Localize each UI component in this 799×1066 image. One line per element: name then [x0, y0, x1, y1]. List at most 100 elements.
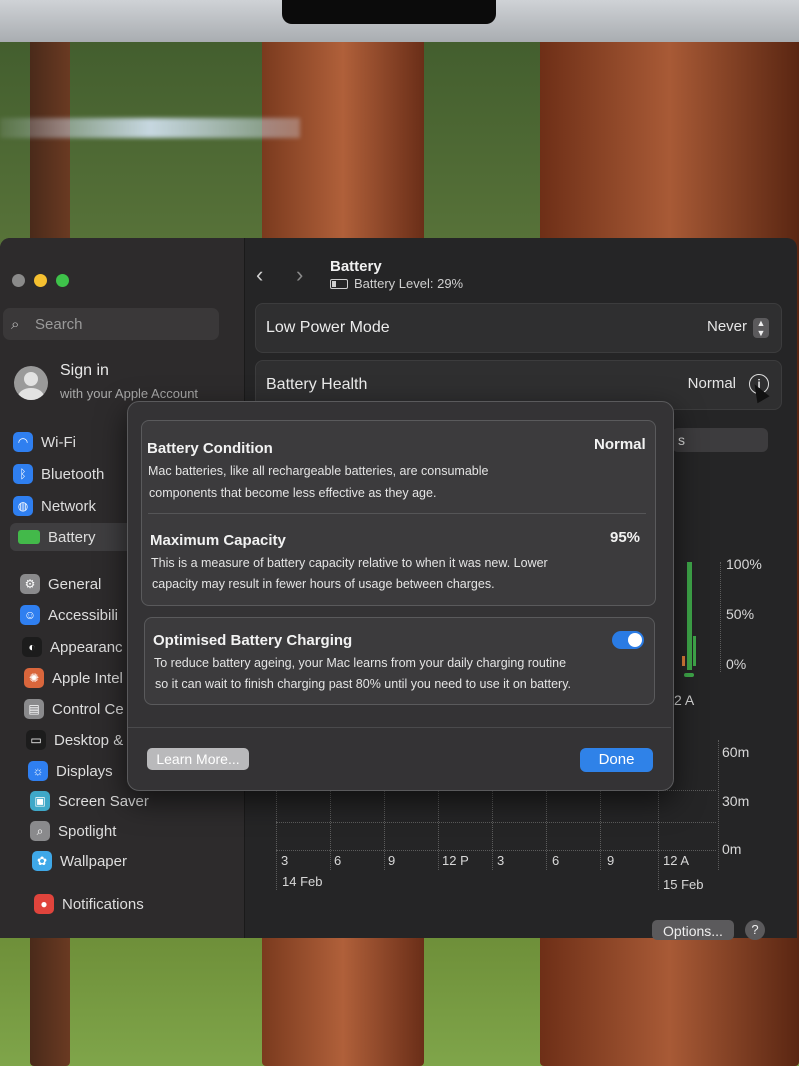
- sidebar-item-screen-saver[interactable]: ▣ Screen Saver: [30, 787, 149, 815]
- sidebar-item-label: Battery: [48, 528, 96, 546]
- sidebar-item-label: Accessibili: [48, 606, 119, 624]
- maximum-capacity-desc-line: capacity may result in fewer hours of us…: [152, 577, 495, 591]
- sidebar-item-spotlight[interactable]: ⌕ Spotlight: [30, 817, 116, 845]
- sidebar-item-appearance[interactable]: ◐ Appearanc: [22, 633, 123, 661]
- control-centre-icon: ▤: [24, 699, 44, 719]
- chart-grid-line: [438, 790, 439, 870]
- sidebar-item-general[interactable]: ⚙ General: [20, 570, 101, 598]
- desktop-icon: ▭: [26, 730, 46, 750]
- sidebar-item-wifi[interactable]: ◠ Wi-Fi: [13, 428, 76, 456]
- sidebar-item-displays[interactable]: ☼ Displays: [28, 757, 113, 785]
- notifications-icon: ●: [34, 894, 54, 914]
- battery-health-value: Normal: [687, 375, 736, 392]
- sidebar-item-wallpaper[interactable]: ✿ Wallpaper: [32, 847, 127, 875]
- x-tick-label: 12 P: [442, 853, 469, 868]
- chart-grid-line: [600, 790, 601, 870]
- battery-level-bar: [682, 656, 685, 666]
- camera-notch: [282, 0, 496, 24]
- sidebar-item-label: Control Ce: [52, 700, 124, 718]
- sidebar-item-label: Wallpaper: [60, 852, 127, 870]
- x-tick-label: 6: [552, 853, 560, 868]
- x-tick-label: 3: [497, 853, 505, 868]
- sidebar-item-bluetooth[interactable]: ᛒ Bluetooth: [13, 460, 104, 488]
- sidebar-item-label: Notifications: [62, 895, 144, 913]
- help-button[interactable]: ?: [745, 920, 765, 940]
- back-chevron-icon[interactable]: ‹: [256, 262, 263, 288]
- gear-icon: ⚙: [20, 574, 40, 594]
- usage-tick-label: 30m: [722, 793, 750, 809]
- options-button[interactable]: Options...: [652, 920, 734, 940]
- globe-icon: ◍: [13, 496, 33, 516]
- done-button[interactable]: Done: [580, 748, 653, 772]
- avatar: [14, 366, 48, 400]
- forward-chevron-icon[interactable]: ›: [296, 262, 303, 288]
- battery-condition-value: Normal: [594, 436, 646, 453]
- low-power-mode-value[interactable]: Never: [707, 318, 747, 335]
- page-title: Battery: [330, 258, 382, 275]
- maximum-capacity-value: 95%: [610, 529, 641, 546]
- sidebar-item-apple-intelligence[interactable]: ✺ Apple Intel: [24, 664, 123, 692]
- chart-grid-line: [276, 790, 277, 890]
- sheet-footer-divider: [128, 727, 671, 728]
- battery-level-text: Battery Level: 29%: [354, 276, 464, 291]
- sidebar-item-label: Apple Intel: [52, 669, 123, 687]
- sidebar-item-label: Wi-Fi: [41, 433, 76, 451]
- sidebar-item-label: Network: [41, 497, 97, 515]
- sidebar-item-desktop[interactable]: ▭ Desktop &: [26, 726, 123, 754]
- optimised-charging-toggle[interactable]: [612, 631, 644, 649]
- optimised-charging-title: Optimised Battery Charging: [153, 632, 353, 649]
- screen-glare: [0, 118, 300, 138]
- bluetooth-icon: ᛒ: [13, 464, 33, 484]
- chart-range-tabs[interactable]: s: [672, 428, 768, 452]
- spotlight-icon: ⌕: [30, 821, 50, 841]
- sidebar-item-network[interactable]: ◍ Network: [13, 492, 96, 520]
- sidebar-item-label: Bluetooth: [41, 465, 105, 483]
- learn-more-button[interactable]: Learn More...: [147, 748, 249, 770]
- date-label: 14 Feb: [282, 874, 323, 889]
- sidebar-item-label: Spotlight: [58, 822, 117, 840]
- sidebar-item-label: Appearanc: [50, 638, 123, 656]
- sidebar-item-notifications[interactable]: ● Notifications: [34, 890, 144, 918]
- battery-level-bar: [693, 636, 696, 666]
- battery-condition-desc-line: components that become less effective as…: [149, 486, 437, 500]
- maximum-capacity-title: Maximum Capacity: [150, 532, 286, 549]
- chart-grid-line: [276, 822, 716, 823]
- low-power-mode-row: Low Power Mode Never ▲ ▼: [255, 303, 782, 353]
- search-icon: ⌕: [11, 315, 20, 333]
- tab-fragment-label: s: [678, 432, 685, 448]
- sidebar-item-accessibility[interactable]: ☺ Accessibili: [20, 601, 118, 629]
- chart-grid-line: [330, 790, 331, 870]
- usage-tick-label: 0m: [722, 841, 742, 857]
- chart-grid-line: [384, 790, 385, 870]
- close-window-button[interactable]: [12, 274, 25, 287]
- popup-stepper-icon[interactable]: ▲ ▼: [753, 318, 769, 338]
- charging-indicator: [684, 673, 694, 677]
- low-power-mode-label: Low Power Mode: [266, 319, 390, 336]
- optimised-charging-desc-line: To reduce battery ageing, your Mac learn…: [154, 656, 567, 670]
- sidebar-item-label: General: [48, 575, 102, 593]
- sidebar-item-label: Displays: [56, 762, 113, 780]
- battery-condition-title: Battery Condition: [147, 440, 273, 457]
- battery-level-bar: [687, 562, 692, 670]
- optimised-charging-desc-line: so it can wait to finish charging past 8…: [155, 677, 571, 691]
- battery-icon: [18, 530, 40, 544]
- level-tick-label: 50%: [726, 606, 755, 622]
- search-input[interactable]: ⌕ Search: [3, 308, 219, 340]
- chart-grid-line: [546, 790, 547, 870]
- battery-condition-desc-line: Mac batteries, like all rechargeable bat…: [148, 464, 489, 478]
- sidebar-item-control-centre[interactable]: ▤ Control Ce: [24, 695, 124, 723]
- displays-icon: ☼: [28, 761, 48, 781]
- chart-axis-line: [720, 562, 721, 672]
- minimize-window-button[interactable]: [34, 274, 47, 287]
- chart-grid-line: [276, 850, 716, 851]
- battery-level-icon: [330, 278, 348, 289]
- battery-health-label: Battery Health: [266, 376, 368, 393]
- wifi-icon: ◠: [13, 432, 33, 452]
- chart-axis-line: [718, 740, 719, 870]
- zoom-window-button[interactable]: [56, 274, 69, 287]
- x-tick-label: 6: [334, 853, 342, 868]
- usage-tick-label: 60m: [722, 744, 750, 760]
- appearance-icon: ◐: [22, 637, 42, 657]
- date-label: 15 Feb: [663, 877, 704, 892]
- x-tick-label: 3: [281, 853, 289, 868]
